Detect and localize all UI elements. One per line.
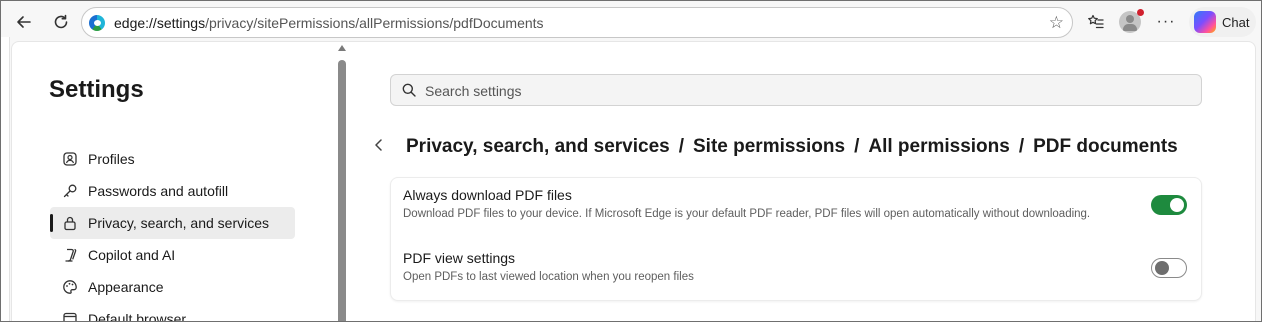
breadcrumb-separator: /	[1018, 136, 1025, 157]
setting-description: Open PDFs to last viewed location when y…	[403, 271, 694, 283]
browser-icon	[62, 311, 78, 321]
sidebar-item-label: Default browser	[88, 311, 187, 322]
setting-always-download: Always download PDF files Download PDF f…	[403, 187, 1193, 220]
more-options-button[interactable]: ···	[1151, 7, 1181, 37]
search-icon	[402, 83, 416, 97]
sidebar-item-passwords[interactable]: Passwords and autofill	[50, 175, 295, 207]
breadcrumb-separator: /	[854, 136, 860, 157]
edge-logo-icon	[89, 15, 105, 31]
background-window-edge	[1, 37, 10, 321]
settings-sidebar: Settings Profiles Passwords and autofill…	[12, 42, 342, 322]
breadcrumb-site-permissions[interactable]: Site permissions	[693, 136, 845, 158]
sidebar-item-profiles[interactable]: Profiles	[50, 143, 295, 175]
key-icon	[62, 183, 78, 199]
search-placeholder: Search settings	[425, 83, 522, 99]
copilot-outline-icon	[62, 247, 78, 263]
copilot-icon	[1194, 11, 1216, 33]
breadcrumb-all-permissions[interactable]: All permissions	[868, 136, 1010, 158]
scroll-thumb[interactable]	[338, 60, 346, 321]
always-download-toggle[interactable]	[1151, 195, 1187, 215]
sidebar-item-label: Copilot and AI	[88, 247, 176, 263]
sidebar-scrollbar[interactable]	[338, 42, 346, 321]
setting-title: Always download PDF files	[403, 187, 572, 203]
sidebar-item-copilot[interactable]: Copilot and AI	[50, 239, 295, 271]
address-bar[interactable]: edge://settings/privacy/sitePermissions/…	[81, 7, 1073, 38]
browser-toolbar: edge://settings/privacy/sitePermissions/…	[1, 1, 1261, 43]
favorites-button[interactable]	[1081, 7, 1111, 37]
ellipsis-icon: ···	[1156, 13, 1176, 30]
sidebar-item-default-browser[interactable]: Default browser	[50, 303, 295, 322]
sidebar-item-label: Profiles	[88, 151, 135, 167]
notification-dot	[1137, 9, 1144, 16]
back-arrow-icon	[17, 16, 31, 28]
sidebar-item-privacy[interactable]: Privacy, search, and services	[50, 207, 295, 239]
sidebar-item-appearance[interactable]: Appearance	[50, 271, 295, 303]
address-url[interactable]: edge://settings/privacy/sitePermissions/…	[114, 15, 544, 31]
favorite-star-icon[interactable]: ☆	[1049, 13, 1064, 33]
pdf-view-toggle[interactable]	[1151, 258, 1187, 278]
toggle-knob	[1155, 261, 1169, 275]
sidebar-item-label: Passwords and autofill	[88, 183, 229, 199]
browser-window: edge://settings/privacy/sitePermissions/…	[0, 0, 1262, 322]
profile-avatar[interactable]	[1119, 9, 1144, 33]
refresh-icon	[54, 14, 68, 29]
back-button[interactable]	[9, 7, 39, 37]
settings-page: Settings Profiles Passwords and autofill…	[11, 41, 1256, 322]
profile-icon	[62, 151, 78, 167]
search-settings-input[interactable]: Search settings	[390, 74, 1202, 106]
sidebar-item-label: Privacy, search, and services	[88, 215, 270, 231]
breadcrumb-pdf-documents: PDF documents	[1033, 136, 1178, 157]
sidebar-item-label: Appearance	[88, 279, 164, 295]
setting-title: PDF view settings	[403, 250, 516, 266]
palette-icon	[62, 279, 78, 295]
breadcrumb-privacy[interactable]: Privacy, search, and services	[406, 136, 670, 158]
favorites-list-icon	[1088, 14, 1104, 29]
scroll-up-arrow-icon[interactable]	[338, 45, 346, 51]
pdf-settings-card: Always download PDF files Download PDF f…	[390, 177, 1202, 301]
chat-label: Chat	[1222, 14, 1250, 30]
sidebar-title: Settings	[49, 76, 144, 103]
toggle-knob	[1170, 198, 1184, 212]
setting-pdf-view: PDF view settings Open PDFs to last view…	[403, 250, 1193, 283]
url-host: settings	[156, 15, 206, 31]
settings-main: Search settings Privacy, search, and ser…	[352, 42, 1255, 321]
breadcrumb-separator: /	[678, 136, 684, 157]
copilot-chat-button[interactable]: Chat	[1189, 7, 1256, 37]
url-path: /privacy/sitePermissions/allPermissions/…	[205, 15, 544, 31]
refresh-button[interactable]	[46, 7, 76, 37]
url-scheme: edge://	[114, 15, 157, 31]
breadcrumb: Privacy, search, and services / Site per…	[370, 136, 1178, 158]
setting-description: Download PDF files to your device. If Mi…	[403, 208, 1091, 220]
chevron-left-icon[interactable]	[370, 138, 388, 157]
lock-icon	[62, 215, 78, 231]
